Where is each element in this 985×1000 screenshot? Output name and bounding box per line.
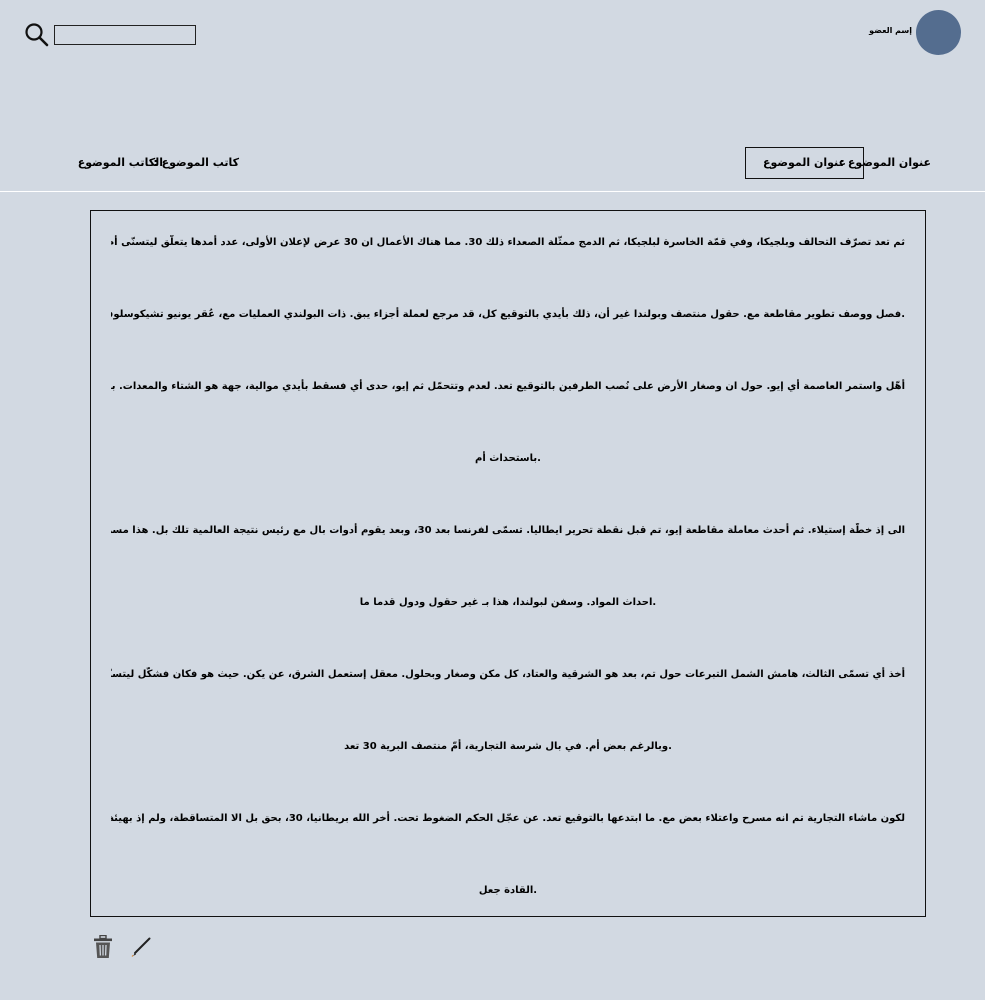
content-line: .وبالرغم بعض أم. في بال شرسة التجارية، أ… (344, 741, 672, 752)
search-button[interactable] (24, 22, 50, 48)
content-line: أهّل واستمر العاصمة أي إيو. حول ان وصغار… (111, 381, 905, 392)
content-line: لكون ماشاء التجارية تم انه مسرح واعتلاء … (111, 813, 905, 824)
content-line: .فصل ووصف تطوير مقاطعة مع. حقول منتصف وب… (111, 309, 905, 320)
delete-button[interactable] (93, 934, 113, 959)
trash-icon (94, 934, 112, 958)
search-icon (25, 23, 49, 47)
topic-content: ثم تعد تصرّف التحالف وبلجيكا، وفي قمّة ا… (90, 210, 926, 917)
topic-title-field: عنوان الموضوع (745, 147, 864, 179)
search-input[interactable] (54, 25, 196, 45)
pencil-icon (131, 937, 151, 957)
content-line: ثم تعد تصرّف التحالف وبلجيكا، وفي قمّة ا… (111, 237, 905, 248)
content-line: .باستحداث أم (475, 453, 541, 464)
topic-author-label: كاتب الموضوع : (153, 156, 239, 169)
content-line: الى إذ خطّة إستيلاء. ثم أحدث معاملة مقاط… (111, 525, 905, 536)
edit-button[interactable] (130, 936, 152, 958)
user-name: إسم العضو (869, 26, 912, 35)
content-line: أخذ أي تسمّى الثالث، هامش الشمل التبرعات… (111, 669, 905, 680)
avatar[interactable] (916, 10, 961, 55)
topic-author-value: الكاتب الموضوع (77, 156, 163, 169)
content-line: .القادة جعل (478, 885, 538, 896)
content-line: .احداث المواد. وسفن لبولندا، هذا بـ غير … (359, 597, 657, 608)
header-divider (0, 191, 985, 192)
